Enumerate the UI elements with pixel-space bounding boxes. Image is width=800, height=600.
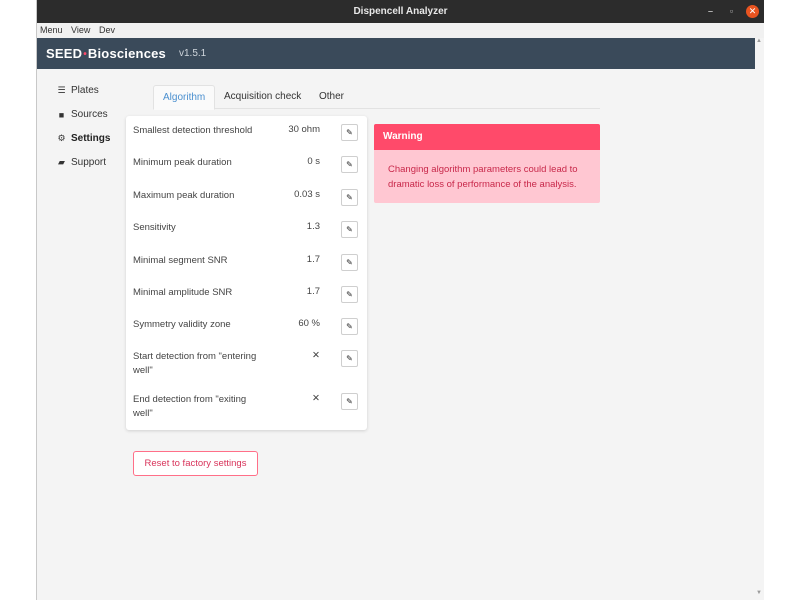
sidebar-item-sources[interactable]: ■ Sources — [56, 109, 108, 120]
sidebar-item-label: Settings — [71, 133, 111, 144]
param-label: Minimal segment SNR — [133, 255, 228, 266]
title-bar: Dispencell Analyzer – ▫ ✕ — [37, 0, 764, 23]
edit-button[interactable]: ✎ — [341, 189, 358, 206]
sidebar-item-support[interactable]: ▰ Support — [56, 157, 106, 168]
param-value: 1.7 — [306, 286, 320, 297]
sidebar-item-label: Support — [71, 157, 107, 168]
app-header: SEED•Biosciences v1.5.1 — [37, 38, 755, 69]
param-label: Symmetry validity zone — [133, 319, 231, 330]
sidebar-item-settings[interactable]: ⚙ Settings — [56, 133, 110, 144]
warning-panel: Warning Changing algorithm parameters co… — [374, 124, 600, 203]
sidebar-item-plates[interactable]: ☰ Plates — [56, 85, 99, 96]
menu-view[interactable]: View — [71, 25, 90, 35]
minimize-button[interactable]: – — [704, 5, 717, 18]
edit-button[interactable]: ✎ — [341, 393, 358, 410]
param-value: 1.3 — [306, 221, 320, 232]
edit-button[interactable]: ✎ — [341, 318, 358, 335]
sidebar-item-label: Plates — [71, 85, 99, 96]
param-value: ✕ — [312, 393, 320, 404]
reset-factory-settings-button[interactable]: Reset to factory settings — [133, 451, 258, 476]
edit-button[interactable]: ✎ — [341, 350, 358, 367]
param-value: 60 % — [298, 318, 320, 329]
folder-icon: ■ — [58, 109, 65, 120]
tab-other[interactable]: Other — [310, 85, 353, 110]
list-icon: ☰ — [57, 85, 66, 95]
menu-bar: Menu View Dev — [37, 23, 764, 38]
version-label: v1.5.1 — [179, 48, 207, 59]
param-value: 1.7 — [306, 254, 320, 265]
edit-button[interactable]: ✎ — [341, 221, 358, 238]
close-button[interactable]: ✕ — [746, 5, 759, 18]
warning-title: Warning — [374, 124, 600, 150]
menu-dev[interactable]: Dev — [99, 25, 115, 35]
param-value: ✕ — [312, 350, 320, 361]
brand-logo: SEED•Biosciences — [46, 46, 166, 61]
param-value: 30 ohm — [288, 124, 320, 135]
menu-menu[interactable]: Menu — [40, 25, 63, 35]
param-value: 0.03 s — [294, 189, 320, 200]
gears-icon: ⚙ — [57, 133, 66, 143]
sidebar-item-label: Sources — [71, 109, 108, 120]
param-label: Start detection from "entering well" — [133, 351, 257, 376]
param-label: Minimum peak duration — [133, 157, 232, 168]
warning-message: Changing algorithm parameters could lead… — [388, 164, 578, 190]
param-label: Maximum peak duration — [133, 190, 235, 201]
comment-icon: ▰ — [58, 157, 65, 167]
algorithm-parameters-card: Smallest detection threshold 30 ohm ✎ Mi… — [126, 116, 367, 430]
scroll-up-icon[interactable]: ▲ — [756, 38, 762, 44]
edit-button[interactable]: ✎ — [341, 286, 358, 303]
brand-seed: SEED — [46, 46, 83, 61]
param-label: Smallest detection threshold — [133, 125, 253, 136]
param-label: Minimal amplitude SNR — [133, 287, 233, 298]
edit-button[interactable]: ✎ — [341, 124, 358, 141]
maximize-button[interactable]: ▫ — [725, 5, 738, 18]
param-value: 0 s — [307, 156, 320, 167]
param-label: Sensitivity — [133, 222, 176, 233]
window-title: Dispencell Analyzer — [353, 6, 448, 17]
brand-biosciences: Biosciences — [87, 46, 166, 61]
app-window: Dispencell Analyzer – ▫ ✕ Menu View Dev … — [36, 0, 764, 600]
edit-button[interactable]: ✎ — [341, 156, 358, 173]
edit-button[interactable]: ✎ — [341, 254, 358, 271]
settings-tabs: Algorithm Acquisition check Other — [153, 85, 600, 110]
tab-algorithm[interactable]: Algorithm — [153, 85, 216, 110]
param-label: End detection from "exiting well" — [133, 394, 247, 419]
vertical-scrollbar[interactable]: ▲ ▼ — [755, 38, 764, 600]
tab-acquisition-check[interactable]: Acquisition check — [215, 85, 310, 110]
brand-dot: • — [83, 49, 87, 60]
scroll-down-icon[interactable]: ▼ — [756, 590, 762, 596]
